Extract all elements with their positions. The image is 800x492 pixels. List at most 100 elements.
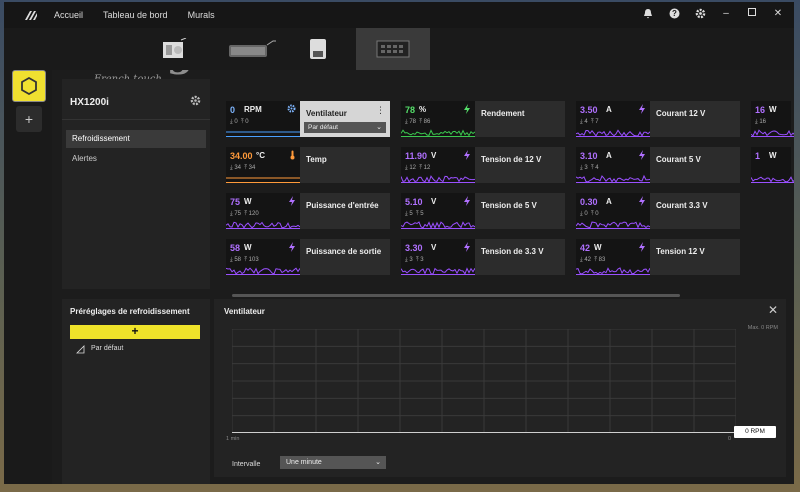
- tile-name: Tension de 5 V: [481, 201, 537, 210]
- tile-value-area: 11.90 V ⤓ 12 ⤒ 12: [401, 147, 475, 183]
- device-keyboard-icon[interactable]: [224, 28, 280, 70]
- settings-gear-icon[interactable]: [694, 8, 706, 20]
- sensor-tile[interactable]: 3.30 V ⤓ 3 ⤒ 3 Tension de 3.3 V: [401, 239, 565, 275]
- svg-text:?: ?: [672, 9, 677, 18]
- tile-value-area: 75 W ⤓ 75 ⤒ 120: [226, 193, 300, 229]
- sensor-tile[interactable]: 3.10 A ⤓ 3 ⤒ 4 Courant 5 V: [576, 147, 740, 183]
- fan-chart-panel: Ventilateur ✕ Max. 0 RPM 1 min 0 0 RPM I…: [214, 299, 786, 477]
- tile-unit: V: [431, 151, 437, 160]
- tile-unit: V: [431, 243, 437, 252]
- device-settings-gear-icon[interactable]: [190, 95, 202, 107]
- tile-unit: °C: [256, 151, 265, 160]
- maximize-icon[interactable]: [746, 8, 758, 20]
- tile-value: 34.00: [230, 151, 253, 161]
- add-preset-button[interactable]: +: [70, 325, 200, 339]
- tile-value: 1: [755, 151, 761, 161]
- tile-min-max: ⤓ 0 ⤒ 0: [580, 211, 599, 217]
- bolt-icon: [463, 242, 471, 254]
- menu-item-alerts[interactable]: Alertes: [66, 150, 206, 168]
- sensor-tile[interactable]: 34.00 °C ⤓ 34 ⤒ 34 Temp: [226, 147, 390, 183]
- tile-unit: W: [594, 243, 602, 252]
- device-dongle-icon[interactable]: [298, 28, 338, 70]
- tile-min-max: ⤓ 58 ⤒ 103: [230, 257, 259, 263]
- tile-name: Courant 3.3 V: [656, 201, 708, 210]
- tile-name: Courant 5 V: [656, 155, 701, 164]
- current-value-badge: 0 RPM: [734, 426, 776, 438]
- tile-name: Tension de 3.3 V: [481, 247, 544, 256]
- tile-value: 78: [405, 105, 416, 115]
- sensor-tile[interactable]: 1W: [751, 147, 794, 183]
- nav-home[interactable]: Accueil: [54, 10, 83, 20]
- tile-unit: RPM: [244, 105, 262, 114]
- sensor-tile[interactable]: 42 W ⤓ 42 ⤒ 83 Tension 12 V: [576, 239, 740, 275]
- tile-value-area: 42 W ⤓ 42 ⤒ 83: [576, 239, 650, 275]
- fan-mode-dropdown[interactable]: Par défaut ⌄: [304, 122, 386, 133]
- tile-name: Courant 12 V: [656, 109, 706, 118]
- device-psu-white-icon[interactable]: [154, 28, 194, 70]
- sensor-tile[interactable]: 78% ⤓ 78 ⤒ 86 Rendement: [401, 101, 565, 137]
- chevron-down-icon: ⌄: [376, 124, 382, 131]
- tile-value-area: 3.50 A ⤓ 4 ⤒ 7: [576, 101, 650, 137]
- menu-item-cooling[interactable]: Refroidissement: [66, 130, 206, 148]
- tile-min-max: ⤓ 3 ⤒ 3: [405, 257, 424, 263]
- bolt-icon: [463, 104, 471, 116]
- sensor-tile[interactable]: 75 W ⤓ 75 ⤒ 120 Puissance d'entrée: [226, 193, 390, 229]
- fan-icon: [287, 104, 296, 115]
- device-psu-active-icon[interactable]: [356, 28, 430, 70]
- tile-name: Puissance de sortie: [306, 247, 382, 256]
- cooling-presets-panel: Préréglages de refroidissement + Par déf…: [62, 299, 210, 484]
- sensor-tile[interactable]: 16 W ⤓ 16: [751, 101, 794, 137]
- tile-min-max: ⤓ 42 ⤒ 83: [580, 257, 606, 263]
- tile-name: Temp: [306, 155, 327, 164]
- tile-value-area: 3.10 A ⤓ 3 ⤒ 4: [576, 147, 650, 183]
- help-icon[interactable]: ?: [668, 8, 680, 20]
- sensor-tile[interactable]: 11.90 V ⤓ 12 ⤒ 12 Tension de 12 V: [401, 147, 565, 183]
- tile-value-area: 34.00 °C ⤓ 34 ⤒ 34: [226, 147, 300, 183]
- tile-value-area: 5.10 V ⤓ 5 ⤒ 5: [401, 193, 475, 229]
- x-axis-left-label: 1 min: [226, 436, 240, 442]
- selected-device-hexagon-icon[interactable]: [12, 70, 46, 102]
- bolt-icon: [638, 242, 646, 254]
- chart-title: Ventilateur: [224, 307, 265, 316]
- tile-value: 5.10: [405, 197, 423, 207]
- tile-min-max: ⤓ 75 ⤒ 120: [230, 211, 259, 217]
- window-controls: ? – ✕: [642, 8, 784, 20]
- add-device-plus-icon[interactable]: +: [16, 106, 42, 132]
- sensor-tile[interactable]: 3.50 A ⤓ 4 ⤒ 7 Courant 12 V: [576, 101, 740, 137]
- tile-unit: V: [431, 197, 437, 206]
- tile-value-area: 58 W ⤓ 58 ⤒ 103: [226, 239, 300, 275]
- tile-unit: W: [769, 151, 777, 160]
- sensor-tile[interactable]: 0.30 A ⤓ 0 ⤒ 0 Courant 3.3 V: [576, 193, 740, 229]
- bell-icon[interactable]: [642, 8, 654, 20]
- sensor-tile[interactable]: 5.10 V ⤓ 5 ⤒ 5 Tension de 5 V: [401, 193, 565, 229]
- tile-min-max: ⤓ 16: [755, 119, 766, 125]
- tile-value-area: 78% ⤓ 78 ⤒ 86: [401, 101, 475, 137]
- tile-value: 16: [755, 105, 766, 115]
- tile-name: Tension 12 V: [656, 247, 705, 256]
- tile-value-area: 16 W ⤓ 16: [751, 101, 794, 137]
- corsair-logo-icon: [24, 4, 46, 26]
- bolt-icon: [638, 196, 646, 208]
- sensor-tile[interactable]: 58 W ⤓ 58 ⤒ 103 Puissance de sortie: [226, 239, 390, 275]
- close-chart-icon[interactable]: ✕: [768, 303, 778, 317]
- tile-min-max: ⤓ 4 ⤒ 7: [580, 119, 599, 125]
- more-options-icon[interactable]: ⋮: [376, 105, 385, 116]
- close-window-icon[interactable]: ✕: [772, 8, 784, 20]
- chart-max-label: Max. 0 RPM: [747, 325, 778, 331]
- horizontal-scrollbar[interactable]: [232, 294, 680, 297]
- nav-dashboard[interactable]: Tableau de bord: [103, 10, 168, 20]
- tile-value-area: 0 RPM ⤓ 0 ⤒ 0: [226, 101, 300, 137]
- interval-dropdown[interactable]: Une minute ⌄: [280, 456, 386, 469]
- tile-name: Rendement: [481, 109, 525, 118]
- thermometer-icon: [289, 150, 296, 162]
- sensor-tile[interactable]: 0 RPM ⤓ 0 ⤒ 0 Ventilateur ⋮ Par défaut ⌄: [226, 101, 390, 137]
- tile-value: 0.30: [580, 197, 598, 207]
- bolt-icon: [288, 196, 296, 208]
- tile-value-area: 3.30 V ⤓ 3 ⤒ 3: [401, 239, 475, 275]
- preset-item-default[interactable]: Par défaut: [76, 345, 123, 354]
- tile-unit: W: [244, 243, 252, 252]
- nav-murals[interactable]: Murals: [188, 10, 215, 20]
- minimize-icon[interactable]: –: [720, 8, 732, 20]
- bolt-icon: [463, 150, 471, 162]
- bolt-icon: [638, 104, 646, 116]
